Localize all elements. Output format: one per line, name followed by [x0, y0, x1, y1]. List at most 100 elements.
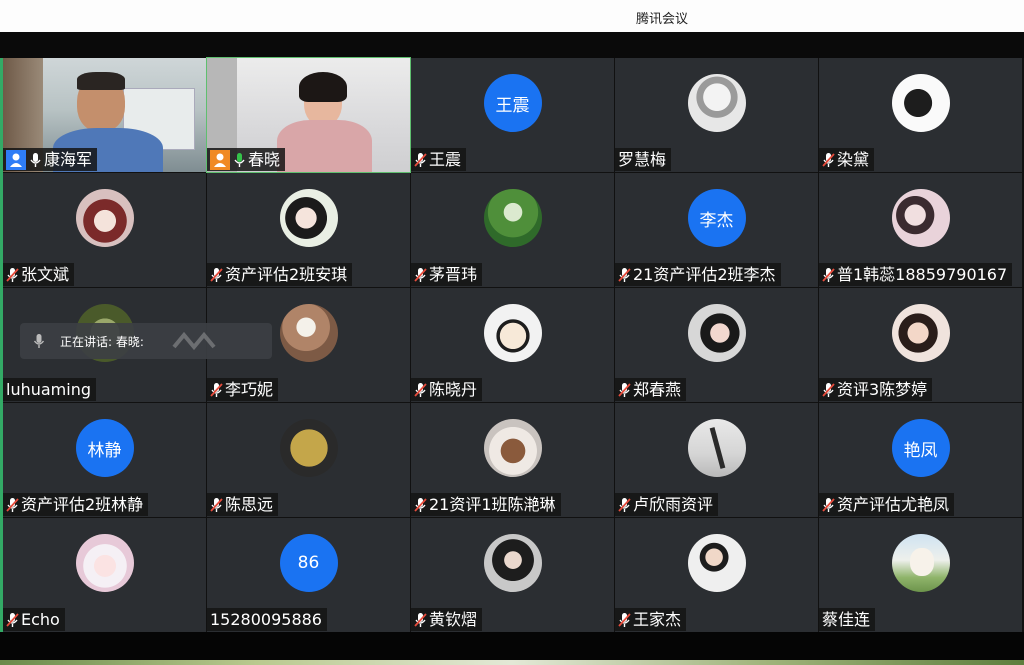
participant-name-bar: 21资评1班陈滟琳 — [411, 493, 561, 516]
participant-avatar — [483, 419, 542, 477]
participant-name: 王家杰 — [633, 610, 682, 629]
participant-avatar — [891, 304, 950, 362]
participant-name: 15280095886 — [210, 610, 322, 629]
participant-name: 黄钦熠 — [429, 610, 478, 629]
participant-name: 资产评估尤艳凤 — [837, 495, 950, 514]
cohost-badge-icon — [210, 149, 230, 170]
participant-name-bar: Echo — [3, 608, 65, 631]
mic-off-icon — [414, 612, 427, 627]
participant-name: 染黛 — [837, 150, 870, 169]
participant-name-bar: luhuaming — [3, 378, 96, 401]
participant-tile[interactable]: 陈思远 — [207, 403, 410, 517]
participant-tile[interactable]: 资产评估2班安琪 — [207, 173, 410, 287]
participant-tile[interactable]: Echo — [3, 518, 206, 632]
window-titlebar: 腾讯会议 — [0, 0, 1024, 33]
participant-name: 郑春燕 — [633, 380, 682, 399]
participant-name-bar: 15280095886 — [207, 608, 327, 631]
participant-name-bar: 染黛 — [819, 148, 875, 171]
participant-name: 王震 — [429, 150, 462, 169]
mic-icon — [33, 334, 45, 348]
participant-tile[interactable]: 普1韩蕊18859790167 — [819, 173, 1022, 287]
participant-name-bar: 王震 — [411, 148, 467, 171]
mic-on-icon — [30, 152, 41, 167]
participant-avatar: 艳凤 — [891, 419, 950, 477]
mic-off-icon — [210, 382, 223, 397]
participant-name: 康海军 — [44, 150, 93, 169]
participant-tile[interactable]: 王家杰 — [615, 518, 818, 632]
mic-off-icon — [618, 497, 631, 512]
mic-on-icon — [234, 152, 245, 167]
mic-off-icon — [414, 152, 427, 167]
participant-name: 李巧妮 — [225, 380, 274, 399]
participant-tile[interactable]: 王震 王震 — [411, 58, 614, 172]
participant-tile[interactable]: 21资评1班陈滟琳 — [411, 403, 614, 517]
participant-name-bar: 春晓 — [207, 148, 286, 171]
participant-name-bar: 罗慧梅 — [615, 148, 672, 171]
participant-name-bar: 蔡佳连 — [819, 608, 876, 631]
participant-avatar — [687, 304, 746, 362]
participant-name: 21资产评估2班李杰 — [633, 265, 776, 284]
participant-avatar — [75, 189, 134, 247]
participant-name: 茅晋玮 — [429, 265, 478, 284]
participant-avatar — [75, 534, 134, 592]
participant-name-bar: 陈思远 — [207, 493, 279, 516]
participant-tile[interactable]: 黄钦熠 — [411, 518, 614, 632]
speaking-label: 正在讲话: 春晓: — [60, 334, 144, 349]
participant-tile[interactable]: 康海军 — [3, 58, 206, 172]
participant-name: 资评3陈梦婷 — [837, 380, 928, 399]
avatar-initials: 王震 — [495, 95, 530, 116]
participant-name-bar: 卢欣雨资评 — [615, 493, 719, 516]
mic-off-icon — [414, 267, 427, 282]
participant-tile[interactable]: 林静 资产评估2班林静 — [3, 403, 206, 517]
speaker-avatar-icon — [172, 331, 216, 351]
mic-off-icon — [822, 382, 835, 397]
participant-tile[interactable]: 茅晋玮 — [411, 173, 614, 287]
participant-tile[interactable]: 春晓 — [206, 57, 411, 173]
mic-off-icon — [822, 267, 835, 282]
host-badge-icon — [6, 149, 26, 170]
participant-name-bar: 陈晓丹 — [411, 378, 483, 401]
mic-off-icon — [414, 497, 427, 512]
speaking-indicator: 正在讲话: 春晓: — [20, 323, 272, 359]
participant-avatar: 林静 — [75, 419, 134, 477]
participant-name: 罗慧梅 — [618, 150, 667, 169]
participant-name: 陈晓丹 — [429, 380, 478, 399]
participant-avatar — [687, 419, 746, 477]
participant-tile[interactable]: 86 15280095886 — [207, 518, 410, 632]
mic-off-icon — [6, 612, 19, 627]
avatar-initials: 李杰 — [699, 210, 734, 231]
participant-avatar — [687, 74, 746, 132]
participant-avatar — [279, 189, 338, 247]
participant-tile[interactable]: 郑春燕 — [615, 288, 818, 402]
participant-tile[interactable]: 李杰 21资产评估2班李杰 — [615, 173, 818, 287]
participant-name: 资产评估2班林静 — [21, 495, 144, 514]
participant-name-bar: 资评3陈梦婷 — [819, 378, 933, 401]
participant-avatar — [483, 304, 542, 362]
participant-avatar: 86 — [279, 534, 338, 592]
participant-avatar — [483, 189, 542, 247]
participant-tile[interactable]: 资评3陈梦婷 — [819, 288, 1022, 402]
participant-name-bar: 郑春燕 — [615, 378, 687, 401]
participant-name: 普1韩蕊18859790167 — [837, 265, 1008, 284]
mic-off-icon — [210, 267, 223, 282]
participant-tile[interactable]: 罗慧梅 — [615, 58, 818, 172]
mic-off-icon — [6, 267, 19, 282]
mic-off-icon — [414, 382, 427, 397]
participant-name: Echo — [21, 610, 60, 629]
participant-name: 卢欣雨资评 — [633, 495, 714, 514]
participant-tile[interactable]: 蔡佳连 — [819, 518, 1022, 632]
avatar-initials: 艳凤 — [903, 440, 938, 461]
participant-name-bar: 李巧妮 — [207, 378, 279, 401]
mic-off-icon — [822, 152, 835, 167]
bottom-black-bar — [0, 632, 1024, 660]
participant-name: 资产评估2班安琪 — [225, 265, 348, 284]
participant-name-bar: 茅晋玮 — [411, 263, 483, 286]
participant-tile[interactable]: 卢欣雨资评 — [615, 403, 818, 517]
mic-off-icon — [618, 382, 631, 397]
avatar-initials: 86 — [297, 553, 320, 573]
participant-tile[interactable]: 张文斌 — [3, 173, 206, 287]
participant-name-bar: 黄钦熠 — [411, 608, 483, 631]
participant-tile[interactable]: 陈晓丹 — [411, 288, 614, 402]
participant-tile[interactable]: 艳凤 资产评估尤艳凤 — [819, 403, 1022, 517]
participant-tile[interactable]: 染黛 — [819, 58, 1022, 172]
